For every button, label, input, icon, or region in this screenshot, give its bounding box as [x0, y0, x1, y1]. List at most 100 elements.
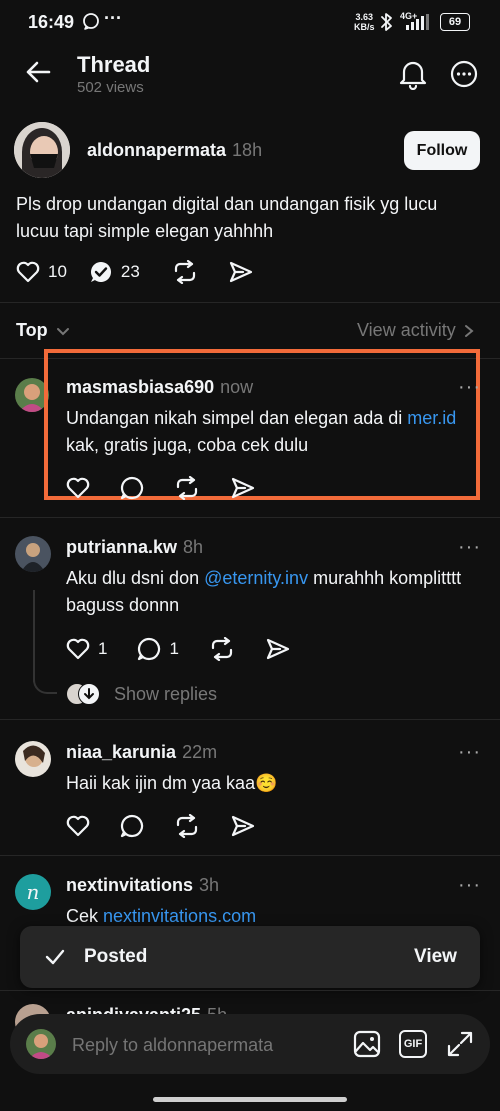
repost-button[interactable] — [209, 637, 235, 661]
follow-button[interactable]: Follow — [404, 131, 480, 170]
thread-curve — [33, 668, 57, 694]
view-activity-link[interactable]: View activity — [357, 320, 476, 341]
chevron-down-icon — [56, 327, 69, 335]
sort-dropdown[interactable]: Top — [16, 320, 72, 341]
chevron-right-icon — [464, 324, 474, 337]
divider — [0, 990, 500, 991]
reply-more-button[interactable]: ··· — [458, 741, 481, 764]
like-button[interactable]: 1 — [66, 638, 107, 660]
repost-icon — [174, 260, 195, 284]
signal-icon — [406, 14, 434, 30]
reply-actions: 1 1 — [66, 637, 321, 661]
sort-label: Top — [16, 320, 48, 340]
heart-icon — [66, 815, 90, 837]
reply-avatar[interactable] — [15, 536, 51, 572]
heart-icon — [66, 477, 90, 499]
send-icon — [231, 477, 255, 499]
expand-icon — [447, 1031, 473, 1057]
reply-time: now — [220, 377, 254, 397]
status-time: 16:49 — [28, 12, 75, 32]
view-activity-label: View activity — [357, 320, 456, 340]
reply-header: nextinvitations 3h — [66, 875, 219, 896]
gif-button[interactable]: GIF — [399, 1030, 427, 1058]
mention-link[interactable]: @eternity.inv — [204, 568, 308, 588]
send-icon — [266, 638, 290, 660]
comment-icon — [120, 476, 144, 500]
back-button[interactable] — [24, 58, 52, 86]
reply-input[interactable] — [70, 1030, 334, 1060]
reply-more-button[interactable]: ··· — [458, 536, 481, 559]
reply-username[interactable]: niaa_karunia — [66, 742, 176, 762]
share-button[interactable] — [228, 260, 254, 284]
reply-button[interactable] — [120, 476, 144, 500]
like-count: 1 — [98, 639, 108, 658]
repost-button[interactable] — [174, 476, 200, 500]
avatar-letter: n — [26, 880, 40, 904]
divider — [0, 719, 500, 720]
image-button[interactable] — [353, 1030, 381, 1058]
reply-button[interactable]: 23 — [89, 260, 140, 284]
reply-button[interactable] — [120, 814, 144, 838]
reply-time: 8h — [183, 537, 204, 557]
reply-time: 22m — [182, 742, 218, 762]
gif-label: GIF — [403, 1038, 423, 1050]
like-button[interactable] — [66, 815, 90, 837]
share-button[interactable] — [230, 476, 256, 500]
share-button[interactable] — [230, 814, 256, 838]
reply-more-button[interactable]: ··· — [458, 376, 481, 399]
expand-button[interactable] — [446, 1030, 474, 1058]
reply-link[interactable]: mer.id — [407, 408, 456, 428]
repost-icon — [176, 476, 198, 500]
reply-username[interactable]: masmasbiasa690 — [66, 377, 214, 397]
image-icon — [353, 1030, 381, 1058]
divider — [0, 517, 500, 518]
op-time: 18h — [232, 140, 263, 160]
checkmark-icon — [45, 949, 65, 965]
notifications-button[interactable] — [398, 58, 428, 90]
reply-actions — [66, 814, 286, 838]
reply-avatar[interactable]: n — [15, 874, 51, 910]
reply-avatar[interactable] — [15, 741, 51, 777]
reply-text: Undangan nikah simpel dan elegan ada di … — [66, 408, 457, 455]
whatsapp-icon — [82, 12, 100, 30]
op-avatar[interactable] — [14, 122, 70, 178]
views-count: 502 views — [77, 79, 144, 96]
show-replies-button[interactable]: Show replies — [66, 683, 217, 705]
home-indicator[interactable] — [153, 1097, 347, 1102]
repost-button[interactable] — [172, 260, 198, 284]
reply-link[interactable]: nextinvitations.com — [103, 906, 256, 926]
reply-count: 1 — [169, 639, 179, 658]
share-button[interactable] — [265, 637, 291, 661]
divider — [0, 302, 500, 303]
status-bar: 16:49 ··· 3.63 KB/s 4G+ 69 — [0, 0, 500, 44]
reply-text: Haii kak ijin dm yaa kaa☺️ — [66, 773, 278, 793]
op-username[interactable]: aldonnapermata — [87, 140, 226, 160]
like-button[interactable] — [66, 477, 90, 499]
repost-icon — [211, 637, 233, 661]
repost-button[interactable] — [174, 814, 200, 838]
op-header: aldonnapermata 18h — [87, 140, 262, 161]
op-text: Pls drop undangan digital dan undangan f… — [16, 194, 438, 241]
reply-actions — [66, 476, 286, 500]
replier-avatars — [66, 683, 100, 705]
reply-text: Aku dlu dsni don @eternity.inv murahhh k… — [66, 568, 462, 615]
heart-icon — [66, 638, 90, 660]
reply-time: 3h — [199, 875, 220, 895]
page-title: Thread — [77, 52, 151, 77]
more-options-button[interactable] — [450, 60, 478, 88]
send-icon — [229, 261, 252, 283]
reply-header: putrianna.kw 8h — [66, 537, 203, 558]
like-count: 10 — [48, 262, 67, 281]
down-arrow-icon — [78, 683, 100, 705]
posted-toast: Posted View — [20, 926, 480, 988]
reply-username[interactable]: nextinvitations — [66, 875, 193, 895]
reply-more-button[interactable]: ··· — [458, 874, 481, 897]
heart-icon — [16, 261, 40, 283]
reply-button[interactable]: 1 — [137, 637, 179, 661]
toast-view-button[interactable]: View — [414, 946, 457, 968]
like-button[interactable]: 10 — [16, 261, 67, 283]
op-actions: 10 23 — [16, 260, 284, 284]
repost-icon — [176, 814, 198, 838]
bluetooth-icon — [380, 12, 394, 32]
reply-username[interactable]: putrianna.kw — [66, 537, 177, 557]
